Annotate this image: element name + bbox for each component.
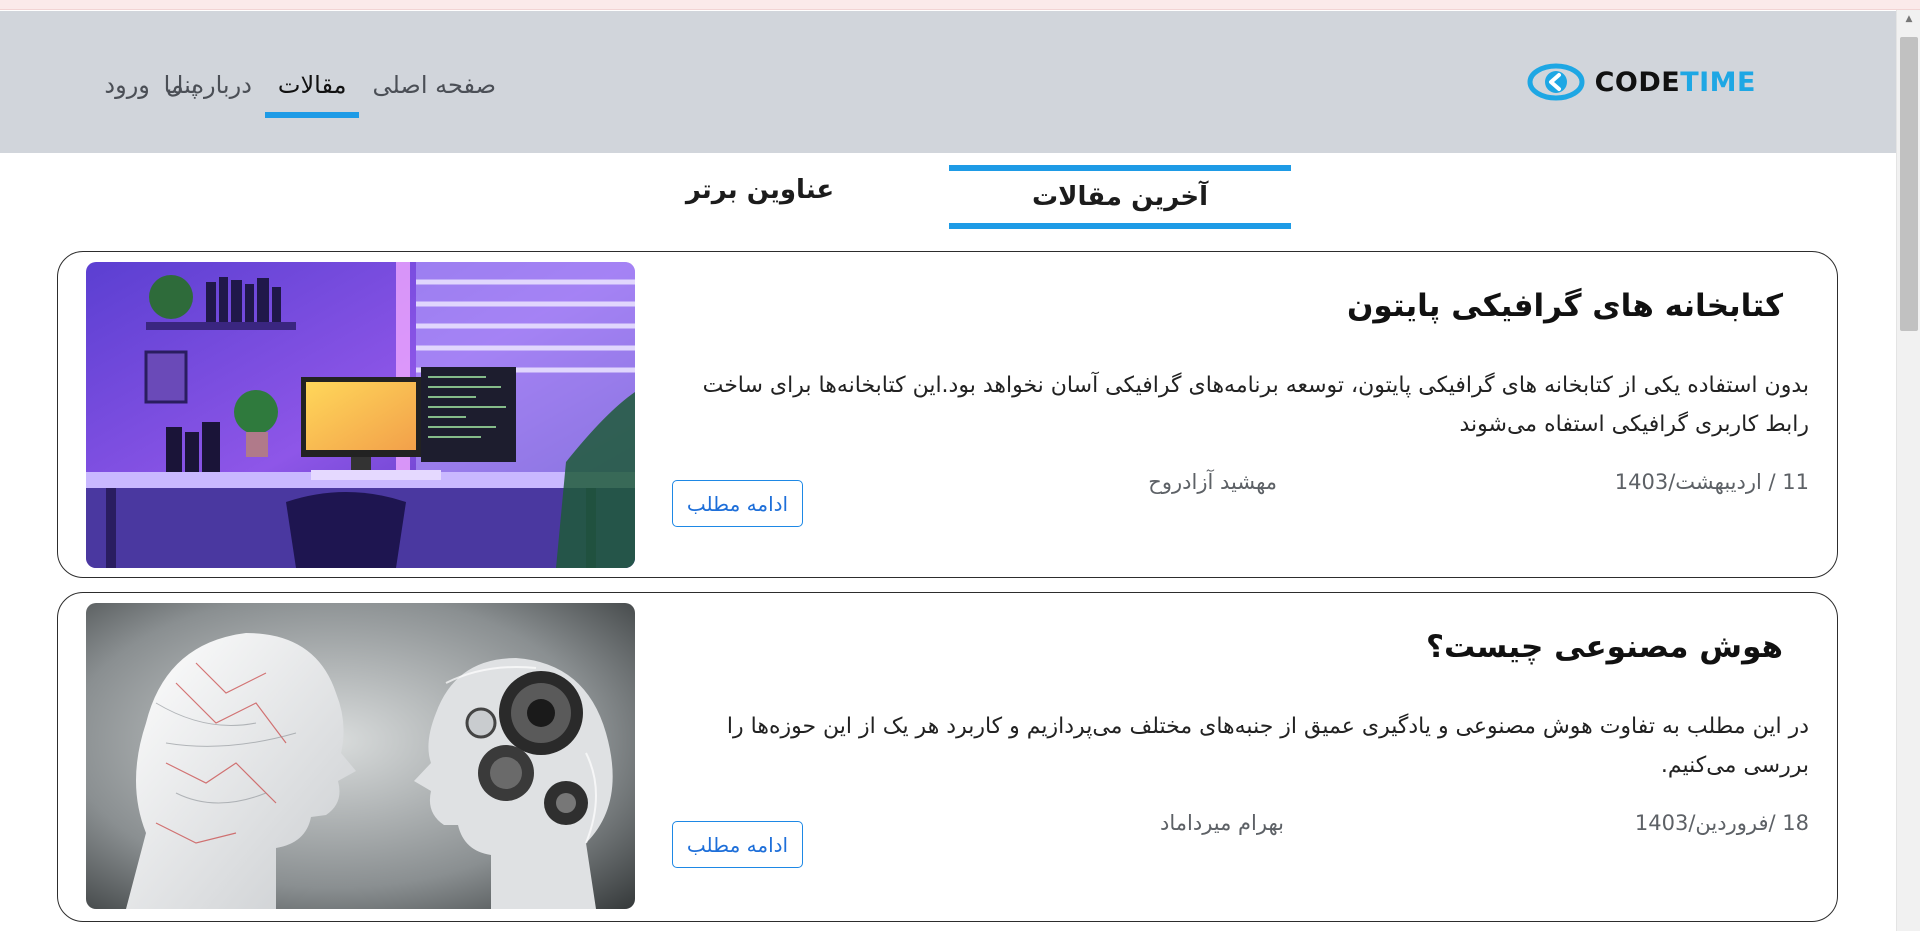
article-image-ai-heads[interactable] [86,603,635,909]
article-image-desk-setup[interactable] [86,262,635,568]
scrollbar-thumb[interactable] [1900,37,1918,331]
article-title[interactable]: هوش مصنوعی چیست؟ [1426,629,1783,665]
browser-top-strip [0,0,1920,10]
ai-heads-illustration [86,603,635,909]
scroll-up-icon[interactable]: ▲ [1897,12,1920,26]
read-more-button[interactable]: ادامه مطلب [672,821,803,868]
desk-setup-illustration [86,262,635,568]
user-nav: پنل ورود [96,59,206,115]
article-card: کتابخانه های گرافیکی پایتون بدون استفاده… [57,251,1838,578]
codetime-logo-icon [1527,63,1585,101]
article-card: هوش مصنوعی چیست؟ در این مطلب به تفاوت هو… [57,592,1838,922]
article-author: بهرام میرداماد [1160,811,1284,835]
article-excerpt: در این مطلب به تفاوت هوش مصنوعی و یادگیر… [726,714,1809,778]
tab-top-titles[interactable]: عناوین برتر [640,168,880,212]
article-date: 11 / اردیبهشت/1403 [1614,470,1809,494]
nav-item-home[interactable]: صفحه اصلی [359,59,509,115]
page-scrollbar[interactable]: ▲ [1896,10,1920,931]
tab-latest-articles[interactable]: آخرین مقالات [949,165,1291,229]
site-header: CODETIME صفحه اصلی مقالات درباره ما پنل … [0,11,1896,153]
article-date: 18 /فروردین/1403 [1634,811,1809,835]
article-author: مهشید آزادروح [1148,470,1277,494]
nav-item-panel[interactable]: پنل [158,59,206,115]
logo-text: CODETIME [1594,66,1756,98]
site-logo[interactable]: CODETIME [1527,63,1756,101]
article-title[interactable]: کتابخانه های گرافیکی پایتون [1347,288,1783,324]
nav-item-login[interactable]: ورود [96,59,157,115]
nav-item-articles[interactable]: مقالات [264,59,360,118]
article-excerpt: بدون استفاده یکی از کتابخانه های گرافیکی… [702,373,1809,437]
read-more-button[interactable]: ادامه مطلب [672,480,803,527]
